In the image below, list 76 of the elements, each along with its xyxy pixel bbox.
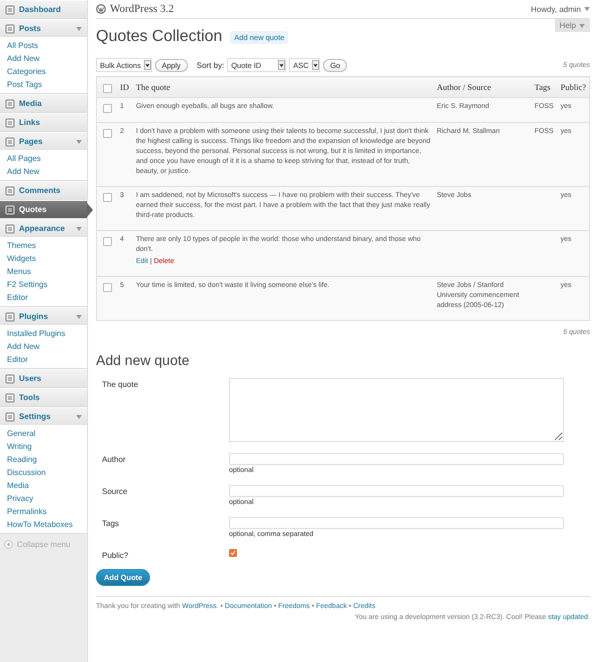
input-field[interactable] <box>229 517 564 529</box>
checkbox[interactable] <box>103 237 112 246</box>
menu-item[interactable]: Appearance <box>0 219 87 237</box>
submenu-item[interactable]: Reading <box>0 453 44 466</box>
submenu-item[interactable]: Writing <box>0 440 39 453</box>
menu-item[interactable]: Links <box>0 113 87 131</box>
submenu-item[interactable]: Add New <box>0 165 46 178</box>
logo-icon <box>96 4 106 14</box>
submenu-item[interactable]: Add New <box>0 52 46 65</box>
submenu-item[interactable]: Media <box>0 479 36 492</box>
caret-icon <box>76 140 82 144</box>
submenu-item[interactable]: Permalinks <box>0 505 54 518</box>
submenu-item[interactable]: Installed Plugins <box>0 327 72 340</box>
submenu-item[interactable]: Categories <box>0 65 53 78</box>
site-title: WordPress 3.2 <box>110 3 175 15</box>
menu-icon <box>5 412 15 422</box>
menu-icon <box>5 204 15 214</box>
submenu-item[interactable]: Editor <box>0 353 35 366</box>
submenu-item[interactable]: HowTo Metaboxes <box>0 518 80 531</box>
quote-textarea[interactable] <box>229 378 564 442</box>
submenu-item[interactable]: Add New <box>0 340 46 353</box>
column-header[interactable]: The quote <box>136 82 170 92</box>
checkbox[interactable] <box>103 283 112 292</box>
checkbox[interactable] <box>103 193 112 202</box>
menu-item[interactable]: Media <box>0 94 87 112</box>
menu-icon <box>5 374 15 384</box>
menu-icon <box>5 136 15 146</box>
field-label: Source <box>102 486 128 498</box>
submenu-item[interactable]: General <box>0 427 42 440</box>
menu-item[interactable]: Posts <box>0 19 87 37</box>
menu-icon <box>5 118 15 128</box>
menu-icon <box>5 392 15 402</box>
checkbox[interactable] <box>103 84 112 92</box>
menu-item[interactable]: Pages <box>0 132 87 150</box>
user-menu[interactable]: Howdy, admin <box>530 4 590 14</box>
form-title: Add new quote <box>96 352 190 368</box>
submenu-item[interactable]: F2 Settings <box>0 278 54 291</box>
menu-icon <box>5 4 15 14</box>
caret-icon <box>76 226 82 230</box>
submenu-item[interactable]: Post Tags <box>0 78 49 91</box>
field-label: Author <box>102 454 127 466</box>
menu-item[interactable]: Plugins <box>0 307 87 325</box>
menu-item[interactable]: Tools <box>0 388 87 406</box>
menu-icon <box>5 98 15 108</box>
collapse-icon <box>4 540 13 549</box>
menu-item[interactable]: Settings <box>0 407 87 425</box>
checkbox[interactable] <box>103 129 112 138</box>
menu-icon <box>5 186 15 196</box>
caret-icon <box>76 26 82 30</box>
menu-item[interactable]: Dashboard <box>0 0 87 18</box>
checkbox[interactable] <box>103 104 112 113</box>
submenu-item[interactable]: Themes <box>0 239 43 252</box>
submenu-item[interactable]: Widgets <box>0 252 43 265</box>
page-title: Quotes Collection <box>96 28 222 46</box>
submenu-item[interactable]: All Pages <box>0 152 48 165</box>
menu-item[interactable]: Comments <box>0 181 87 199</box>
menu-icon <box>5 24 15 34</box>
submenu-item[interactable]: Menus <box>0 265 38 278</box>
caret-icon <box>76 414 82 418</box>
caret-icon <box>76 314 82 318</box>
input-field[interactable] <box>229 485 564 497</box>
submenu-item[interactable]: Editor <box>0 291 35 304</box>
caret-icon <box>584 7 590 11</box>
field-label: Public? <box>102 550 130 560</box>
menu-icon <box>5 312 15 322</box>
submenu-item[interactable]: All Posts <box>0 39 46 52</box>
submenu-item[interactable]: Privacy <box>0 492 40 505</box>
field-label: The quote <box>102 379 140 391</box>
input-field[interactable] <box>229 453 564 465</box>
field-label: Tags <box>102 518 120 530</box>
submenu-item[interactable]: Discussion <box>0 466 53 479</box>
sort-label: Sort by: <box>196 60 224 70</box>
help-tab[interactable]: Help <box>554 19 590 32</box>
caret-icon <box>579 24 585 28</box>
menu-icon <box>5 224 15 234</box>
menu-item[interactable]: Users <box>0 369 87 387</box>
